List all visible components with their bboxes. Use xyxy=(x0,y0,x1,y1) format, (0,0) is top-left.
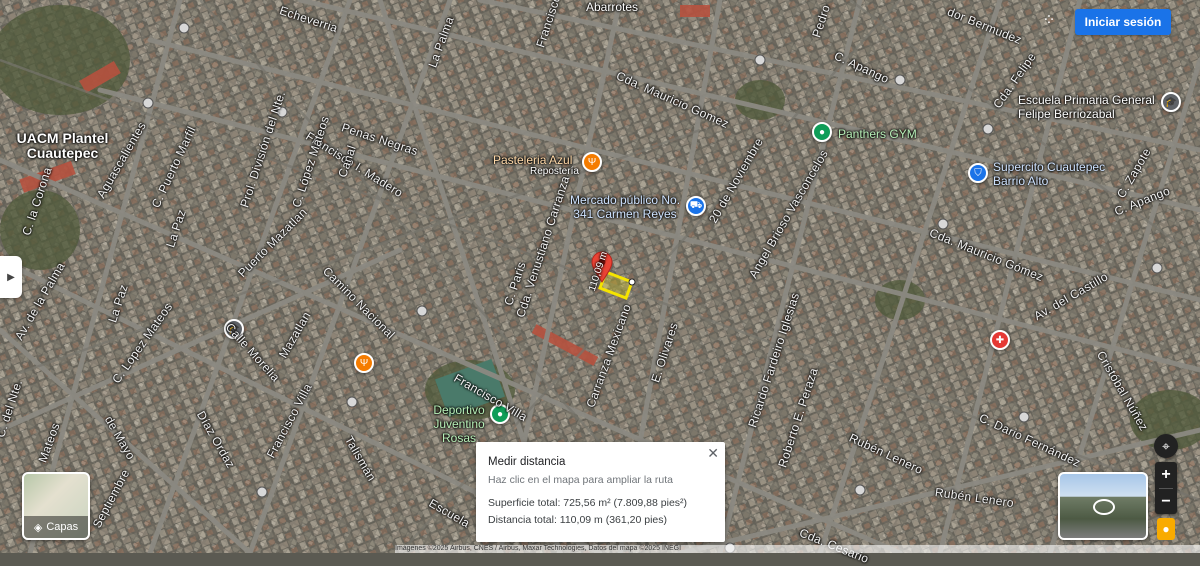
shopping-cart-icon[interactable]: ⛟ xyxy=(686,196,706,216)
measure-hint: Haz clic en el mapa para ampliar la ruta xyxy=(488,474,674,486)
place-label-escuela[interactable]: Escuela Primaria General Felipe Berrioza… xyxy=(1018,93,1158,121)
place-label-deportivo[interactable]: Deportivo Juventino Rosas xyxy=(424,403,494,445)
chevron-right-icon: ▶ xyxy=(7,271,15,283)
zoom-in-button[interactable]: + xyxy=(1155,462,1177,488)
measure-area: Superficie total: 725,56 m² (7.809,88 pi… xyxy=(488,497,688,509)
layers-button[interactable]: ◈ Capas xyxy=(22,472,90,540)
apps-grid-icon[interactable]: ⁘ xyxy=(1038,10,1060,32)
place-label-uacm[interactable]: UACM Plantel Cuautepec xyxy=(10,131,115,161)
place-label-mercado[interactable]: Mercado público No. 341 Carmen Reyes xyxy=(566,193,684,221)
measure-title: Medir distancia xyxy=(488,456,566,468)
signin-button[interactable]: Iniciar sesión xyxy=(1075,9,1171,35)
layers-icon: ◈ xyxy=(33,521,43,534)
pegman-icon[interactable]: ● xyxy=(1157,518,1175,540)
street-view-thumbnail[interactable] xyxy=(1058,472,1148,540)
side-panel-toggle[interactable]: ▶ xyxy=(0,256,22,298)
gym-icon[interactable]: ● xyxy=(812,122,832,142)
measure-distance-card: Medir distancia Haz clic en el mapa para… xyxy=(476,442,725,542)
place-label-supercito[interactable]: Supercito Cuautepec Barrio Alto xyxy=(993,160,1113,188)
school-icon[interactable]: 🎓 xyxy=(1161,92,1181,112)
rotate-360-icon xyxy=(1093,499,1115,515)
restaurant-icon[interactable]: Ψ xyxy=(354,353,374,373)
layers-label-row: ◈ Capas xyxy=(24,516,88,538)
crosshair-icon: ⌖ xyxy=(1162,437,1170,454)
place-label-pasteleria[interactable]: Pasteleria Azul xyxy=(493,153,572,167)
restaurant-icon[interactable]: Ψ xyxy=(582,152,602,172)
zoom-out-button[interactable]: − xyxy=(1155,489,1177,515)
layers-label: Capas xyxy=(46,521,79,533)
medical-icon[interactable]: ✚ xyxy=(990,330,1010,350)
close-icon[interactable]: ✕ xyxy=(707,445,719,462)
measure-distance: Distancia total: 110,09 m (361,20 pies) xyxy=(488,514,667,526)
my-location-button[interactable]: ⌖ xyxy=(1154,434,1178,458)
attribution-footer: Imágenes ©2025 Airbus, CNES / Airbus, Ma… xyxy=(395,545,1200,553)
place-label-abarrotes[interactable]: Abarrotes xyxy=(586,0,638,14)
shopping-icon[interactable]: ⛉ xyxy=(968,163,988,183)
zoom-control: + − xyxy=(1155,462,1177,514)
place-label-panthers[interactable]: Panthers GYM xyxy=(838,127,917,141)
place-label-reposteria: Repostería xyxy=(530,166,579,177)
